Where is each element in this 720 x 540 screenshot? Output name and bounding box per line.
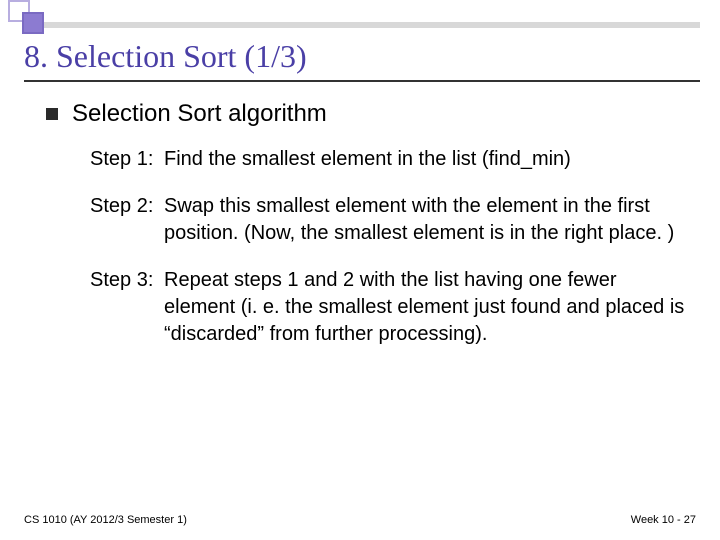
step-item: Step 2: Swap this smallest element with … [90, 193, 690, 247]
top-divider-bar [44, 22, 700, 28]
corner-decoration [0, 0, 56, 36]
slide-body: Selection Sort algorithm Step 1: Find th… [46, 100, 690, 368]
decor-square-solid [22, 12, 44, 34]
step-body: Repeat steps 1 and 2 with the list havin… [164, 267, 690, 348]
step-item: Step 1: Find the smallest element in the… [90, 146, 690, 173]
step-label: Step 1: [90, 146, 164, 173]
bullet-square-icon [46, 108, 58, 120]
step-label: Step 3: [90, 267, 164, 348]
step-body: Find the smallest element in the list (f… [164, 146, 690, 173]
subheading-text: Selection Sort algorithm [72, 100, 327, 128]
footer-left: CS 1010 (AY 2012/3 Semester 1) [24, 514, 187, 526]
step-item: Step 3: Repeat steps 1 and 2 with the li… [90, 267, 690, 348]
footer-right: Week 10 - 27 [631, 514, 696, 526]
step-label: Step 2: [90, 193, 164, 247]
slide-title: 8. Selection Sort (1/3) [24, 38, 307, 75]
title-underline [24, 80, 700, 82]
step-body: Swap this smallest element with the elem… [164, 193, 690, 247]
subheading-row: Selection Sort algorithm [46, 100, 690, 128]
